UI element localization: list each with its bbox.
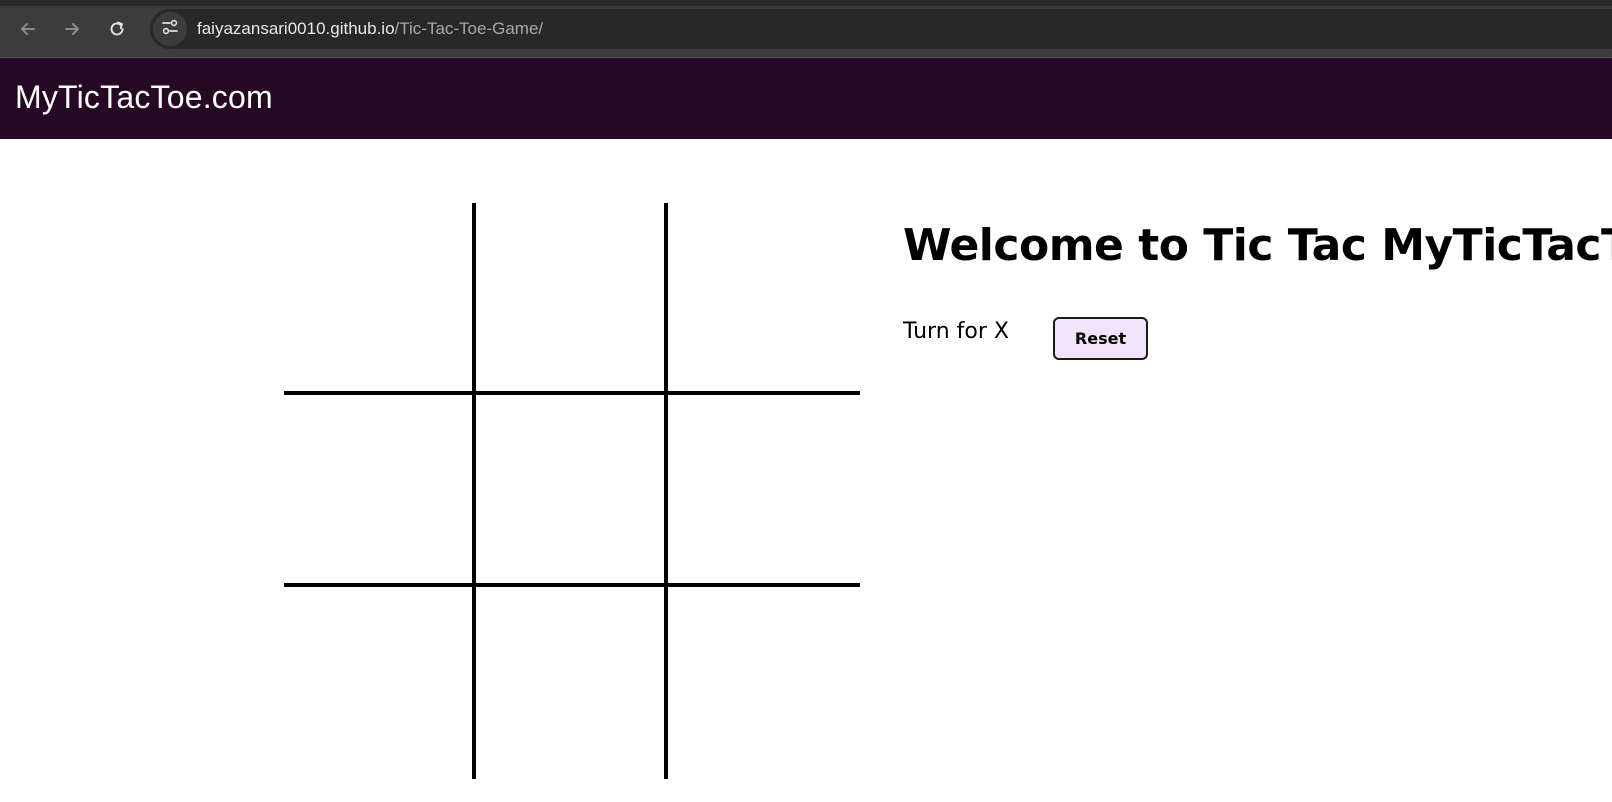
- reload-button[interactable]: [101, 13, 133, 45]
- site-navbar: MyTicTacToe.com: [0, 58, 1612, 139]
- url-path: /Tic-Tac-Toe-Game/: [394, 19, 544, 38]
- arrow-left-icon: [18, 19, 38, 39]
- board-cell-6[interactable]: [668, 395, 860, 587]
- address-bar[interactable]: faiyazansari0010.github.io/Tic-Tac-Toe-G…: [150, 9, 1612, 49]
- forward-button[interactable]: [56, 13, 88, 45]
- board-cell-2[interactable]: [476, 203, 668, 395]
- board-cell-8[interactable]: [476, 587, 668, 779]
- board-cell-4[interactable]: [284, 395, 476, 587]
- board-cell-5[interactable]: [476, 395, 668, 587]
- url-domain: faiyazansari0010.github.io: [197, 19, 395, 38]
- arrow-right-icon: [62, 19, 82, 39]
- info-panel: Welcome to Tic Tac MyTicTacToe Turn for …: [903, 220, 1612, 360]
- url-text[interactable]: faiyazansari0010.github.io/Tic-Tac-Toe-G…: [197, 19, 543, 39]
- reload-icon: [107, 19, 127, 39]
- tune-icon: [161, 18, 179, 40]
- board-cell-1[interactable]: [284, 203, 476, 395]
- turn-row: Turn for X Reset: [903, 311, 1612, 360]
- board-cell-7[interactable]: [284, 587, 476, 779]
- board-cell-9[interactable]: [668, 587, 860, 779]
- browser-toolbar: faiyazansari0010.github.io/Tic-Tac-Toe-G…: [0, 0, 1612, 58]
- page-title: Welcome to Tic Tac MyTicTacToe: [903, 220, 1612, 271]
- turn-indicator: Turn for X: [903, 319, 1009, 344]
- reset-button[interactable]: Reset: [1053, 317, 1148, 360]
- site-brand[interactable]: MyTicTacToe.com: [15, 79, 273, 116]
- site-info-button[interactable]: [153, 12, 187, 46]
- game-board: [284, 203, 860, 779]
- back-button[interactable]: [12, 13, 44, 45]
- board-cell-3[interactable]: [668, 203, 860, 395]
